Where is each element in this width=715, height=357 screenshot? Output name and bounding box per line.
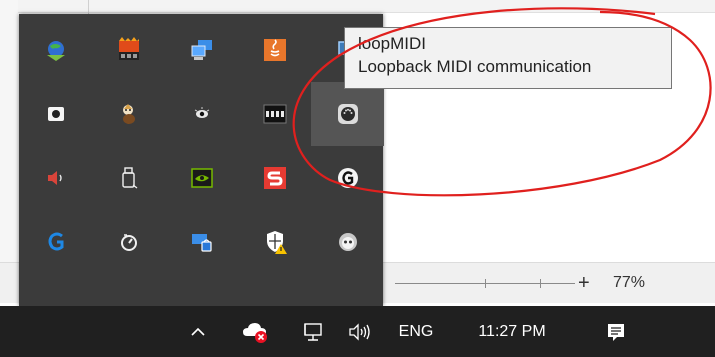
volume-tray-button[interactable] bbox=[340, 306, 380, 357]
taskbar: ENG 11:27 PM bbox=[0, 306, 715, 357]
usb-drive-icon bbox=[121, 167, 137, 189]
show-hidden-icons-button[interactable] bbox=[180, 306, 216, 357]
network-tray-button[interactable] bbox=[295, 306, 331, 357]
ssd-icon bbox=[263, 104, 286, 124]
tray-item-windows-security[interactable] bbox=[238, 210, 311, 274]
network-computers-icon bbox=[191, 40, 212, 60]
zoom-level[interactable]: 77% bbox=[613, 274, 645, 292]
tray-item-eye[interactable] bbox=[165, 82, 238, 146]
notification-icon bbox=[608, 323, 624, 341]
tray-item-clock-gauge[interactable] bbox=[92, 210, 165, 274]
loopmidi-tooltip: loopMIDI Loopback MIDI communication bbox=[344, 27, 672, 89]
input-language-indicator[interactable]: ENG bbox=[390, 306, 442, 357]
nvidia-icon bbox=[190, 168, 213, 188]
midi-port-icon bbox=[337, 104, 358, 124]
tray-item-midi-port[interactable] bbox=[311, 82, 384, 146]
security-warning-icon bbox=[266, 231, 287, 254]
tray-item-record[interactable] bbox=[19, 82, 92, 146]
tray-item-network[interactable] bbox=[165, 18, 238, 82]
speaker-icon bbox=[47, 171, 62, 185]
eye-icon bbox=[194, 107, 209, 118]
background-left-strip bbox=[0, 0, 18, 300]
tray-icon-grid bbox=[19, 18, 384, 274]
globe-download-icon bbox=[46, 41, 65, 61]
tray-item-logitech-g[interactable] bbox=[311, 146, 384, 210]
tray-item-ram-disk[interactable] bbox=[92, 18, 165, 82]
tooltip-description: Loopback MIDI communication bbox=[358, 57, 592, 76]
action-center-button[interactable] bbox=[592, 306, 640, 357]
volume-icon bbox=[349, 322, 370, 341]
mascot-icon bbox=[122, 104, 135, 124]
record-icon bbox=[47, 107, 64, 121]
drive-lock-icon bbox=[191, 234, 212, 252]
language-label: ENG bbox=[398, 322, 434, 340]
clock-gauge-icon bbox=[120, 234, 137, 251]
taskbar-clock[interactable]: 11:27 PM bbox=[452, 306, 572, 357]
background-toolbar bbox=[0, 0, 715, 13]
tray-item-usb-drive[interactable] bbox=[92, 146, 165, 210]
zoom-in-button[interactable]: + bbox=[578, 270, 590, 296]
zoom-slider-tick bbox=[485, 279, 486, 288]
tray-item-ssd[interactable] bbox=[238, 82, 311, 146]
cloud-error-icon bbox=[243, 322, 267, 343]
ram-disk-icon bbox=[118, 37, 139, 60]
panda-icon bbox=[338, 233, 357, 251]
tray-item-nvidia[interactable] bbox=[165, 146, 238, 210]
tray-item-mascot[interactable] bbox=[92, 82, 165, 146]
onedrive-tray-button[interactable] bbox=[236, 306, 276, 357]
tray-item-s-app[interactable] bbox=[238, 146, 311, 210]
tray-item-panda[interactable] bbox=[311, 210, 384, 274]
zoom-slider-thumb[interactable] bbox=[540, 279, 541, 288]
tray-item-java[interactable] bbox=[238, 18, 311, 82]
tooltip-title: loopMIDI bbox=[358, 34, 427, 53]
logitech-g-icon bbox=[337, 168, 358, 188]
tray-item-drive-lock[interactable] bbox=[165, 210, 238, 274]
tray-overflow-panel bbox=[19, 14, 384, 306]
tray-item-logitech-g-blue[interactable] bbox=[19, 210, 92, 274]
tray-item-volume[interactable] bbox=[19, 146, 92, 210]
logitech-g-blue-icon bbox=[48, 232, 63, 251]
tray-item-globe-download[interactable] bbox=[19, 18, 92, 82]
clock-time: 11:27 PM bbox=[478, 322, 546, 340]
s-app-icon bbox=[263, 167, 286, 189]
chevron-up-icon bbox=[191, 327, 205, 336]
network-icon bbox=[304, 322, 322, 341]
java-icon bbox=[263, 39, 286, 61]
